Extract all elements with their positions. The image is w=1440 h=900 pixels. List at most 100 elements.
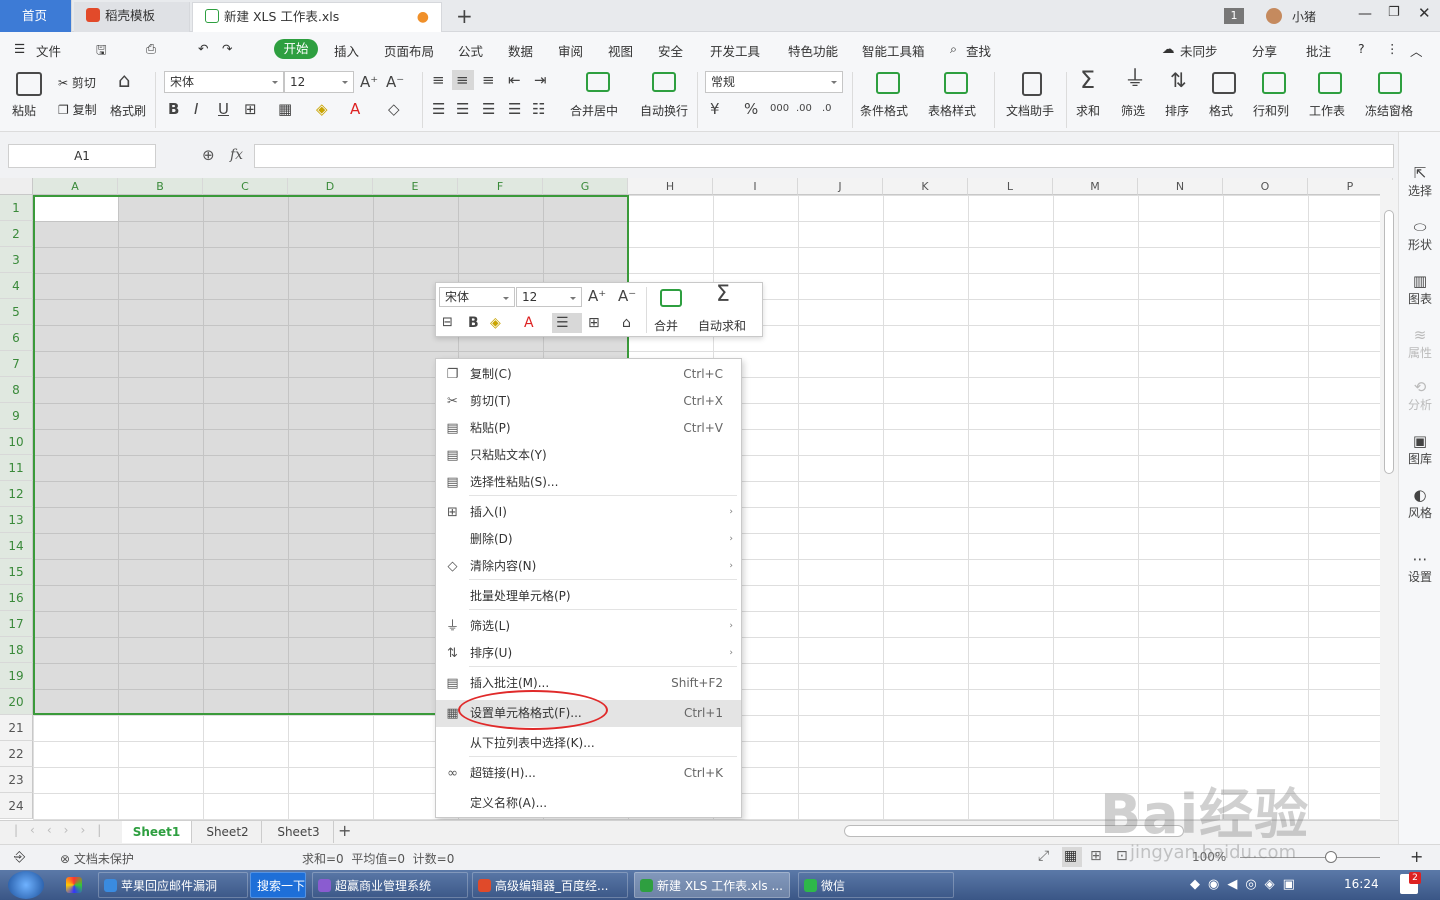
conditional-format-button[interactable]: 条件格式 xyxy=(860,102,908,119)
row-header-9[interactable]: 9 xyxy=(0,403,33,429)
align-right-icon[interactable]: ☰ xyxy=(482,101,495,117)
context-menu-item[interactable]: ∞ 超链接(H)... Ctrl+K xyxy=(436,760,741,787)
format-button[interactable]: 格式 xyxy=(1209,102,1233,119)
menu-data[interactable]: 数据 xyxy=(508,41,533,60)
search-icon[interactable]: ⌕ xyxy=(950,41,957,57)
tray-icons[interactable]: ◆◉◀◎◈▣ xyxy=(1190,877,1303,892)
distribute-icon[interactable]: ☷ xyxy=(532,101,545,117)
underline-icon[interactable]: U xyxy=(218,101,229,117)
merge-center-button[interactable]: 合并居中 xyxy=(570,102,618,119)
column-header-M[interactable]: M xyxy=(1053,178,1138,195)
menu-formula[interactable]: 公式 xyxy=(458,41,483,60)
menu-share[interactable]: 分享 xyxy=(1252,41,1277,60)
fill-style-icon[interactable]: ▦ xyxy=(278,101,292,117)
column-header-C[interactable]: C xyxy=(203,178,288,195)
row-header-1[interactable]: 1 xyxy=(0,195,33,221)
column-header-D[interactable]: D xyxy=(288,178,373,195)
row-header-15[interactable]: 15 xyxy=(0,559,33,585)
row-header-19[interactable]: 19 xyxy=(0,663,33,689)
redo-icon[interactable]: ↷ xyxy=(222,41,232,56)
menu-review[interactable]: 审阅 xyxy=(558,41,583,60)
row-header-22[interactable]: 22 xyxy=(0,741,33,767)
taskbar-item[interactable]: 微信 xyxy=(798,872,954,898)
fx-icon[interactable]: fx xyxy=(230,147,243,163)
hamburger-icon[interactable]: ☰ xyxy=(14,41,25,56)
menu-smart[interactable]: 智能工具箱 xyxy=(862,41,925,60)
mini-font-select[interactable]: 宋体 xyxy=(439,287,515,307)
justify-icon[interactable]: ☰ xyxy=(508,101,521,117)
context-menu-item[interactable]: ◇ 清除内容(N) › xyxy=(436,553,741,580)
collapse-ribbon-icon[interactable]: ︿ xyxy=(1410,41,1423,60)
menu-sync[interactable]: 未同步 xyxy=(1180,41,1218,60)
macro-icon[interactable]: ⎆ xyxy=(14,849,25,865)
column-header-H[interactable]: H xyxy=(628,178,713,195)
freeze-button[interactable]: 冻结窗格 xyxy=(1365,102,1413,119)
row-header-7[interactable]: 7 xyxy=(0,351,33,377)
new-tab-icon[interactable]: + xyxy=(456,4,473,28)
row-header-13[interactable]: 13 xyxy=(0,507,33,533)
paste-button[interactable]: 粘贴 xyxy=(12,102,36,119)
cut-button[interactable]: ✂ 剪切 xyxy=(58,74,96,91)
mini-wrap-icon[interactable]: ⊟ xyxy=(442,315,453,331)
menu-start[interactable]: 开始 xyxy=(274,39,318,59)
active-cell[interactable] xyxy=(35,197,118,221)
table-style-button[interactable]: 表格样式 xyxy=(928,102,976,119)
taskbar-item[interactable]: 高级编辑器_百度经... xyxy=(472,872,628,898)
font-size-select[interactable]: 12 xyxy=(284,71,354,93)
sheet-tab-sheet3[interactable]: Sheet3 xyxy=(264,821,334,843)
italic-icon[interactable]: I xyxy=(194,101,198,117)
column-header-G[interactable]: G xyxy=(543,178,628,195)
menu-layout[interactable]: 页面布局 xyxy=(384,41,434,60)
row-header-16[interactable]: 16 xyxy=(0,585,33,611)
vertical-scrollbar[interactable] xyxy=(1380,180,1398,820)
wrap-text-button[interactable]: 自动换行 xyxy=(640,102,688,119)
context-menu-item[interactable]: ▤ 粘贴(P) Ctrl+V xyxy=(436,415,741,442)
context-menu-item[interactable]: 从下拉列表中选择(K)... xyxy=(436,730,741,757)
thousands-icon[interactable]: 000 xyxy=(770,101,789,117)
menu-special[interactable]: 特色功能 xyxy=(788,41,838,60)
zoom-icon[interactable]: ⊕ xyxy=(202,146,215,164)
copy-button[interactable]: ❐ 复制 xyxy=(58,101,97,118)
zoom-in-icon[interactable]: + xyxy=(1410,847,1423,866)
panel-property[interactable]: ≋ 属性 xyxy=(1399,326,1440,361)
doc-helper-button[interactable]: 文档助手 xyxy=(1006,102,1054,119)
context-menu-item[interactable]: ▤ 选择性粘贴(S)... xyxy=(436,469,741,496)
sheet-nav-icon[interactable]: |‹‹››| xyxy=(14,823,113,837)
column-header-F[interactable]: F xyxy=(458,178,543,195)
panel-analysis[interactable]: ⟲ 分析 xyxy=(1399,378,1440,413)
print-icon[interactable]: ⎙ xyxy=(146,41,156,57)
taskbar-item[interactable]: 超赢商业管理系统 xyxy=(312,872,468,898)
panel-cursor[interactable]: ⇱ 选择 xyxy=(1399,164,1440,199)
page-break-icon[interactable]: ⊞ xyxy=(1090,848,1102,864)
row-header-11[interactable]: 11 xyxy=(0,455,33,481)
panel-style[interactable]: ◐ 风格 xyxy=(1399,486,1440,521)
row-header-18[interactable]: 18 xyxy=(0,637,33,663)
row-header-10[interactable]: 10 xyxy=(0,429,33,455)
close-icon[interactable]: ✕ xyxy=(1418,4,1431,22)
mini-bold-icon[interactable]: B xyxy=(468,315,479,331)
paste-icon[interactable] xyxy=(16,72,42,96)
row-header-14[interactable]: 14 xyxy=(0,533,33,559)
avatar[interactable] xyxy=(1266,8,1282,24)
select-all-corner[interactable] xyxy=(0,178,33,195)
font-shrink-icon[interactable]: A⁻ xyxy=(386,74,404,90)
align-center-icon[interactable]: ☰ xyxy=(456,101,469,117)
zoom-slider-knob[interactable] xyxy=(1325,851,1337,863)
taskbar-item[interactable]: 新建 XLS 工作表.xls ... xyxy=(634,872,790,898)
menu-file[interactable]: 文件 xyxy=(36,41,61,60)
column-header-O[interactable]: O xyxy=(1223,178,1308,195)
border-icon[interactable]: ⊞ xyxy=(244,101,257,117)
undo-icon[interactable]: ↶ xyxy=(198,41,208,56)
save-icon[interactable]: 🖫 xyxy=(96,41,107,62)
mini-font-color-icon[interactable]: A xyxy=(524,315,534,331)
mini-fill-color-icon[interactable]: ◈ xyxy=(490,315,501,331)
column-header-E[interactable]: E xyxy=(373,178,458,195)
menu-dev[interactable]: 开发工具 xyxy=(710,41,760,60)
filter-button[interactable]: 筛选 xyxy=(1121,102,1145,119)
page-count-badge[interactable]: 1 xyxy=(1224,8,1244,24)
tab-file[interactable]: 新建 XLS 工作表.xls ● xyxy=(192,2,442,32)
fullscreen-icon[interactable]: ⤢ xyxy=(1038,848,1049,864)
column-header-I[interactable]: I xyxy=(713,178,798,195)
indent-right-icon[interactable]: ⇥ xyxy=(534,72,547,88)
row-col-button[interactable]: 行和列 xyxy=(1253,102,1289,119)
